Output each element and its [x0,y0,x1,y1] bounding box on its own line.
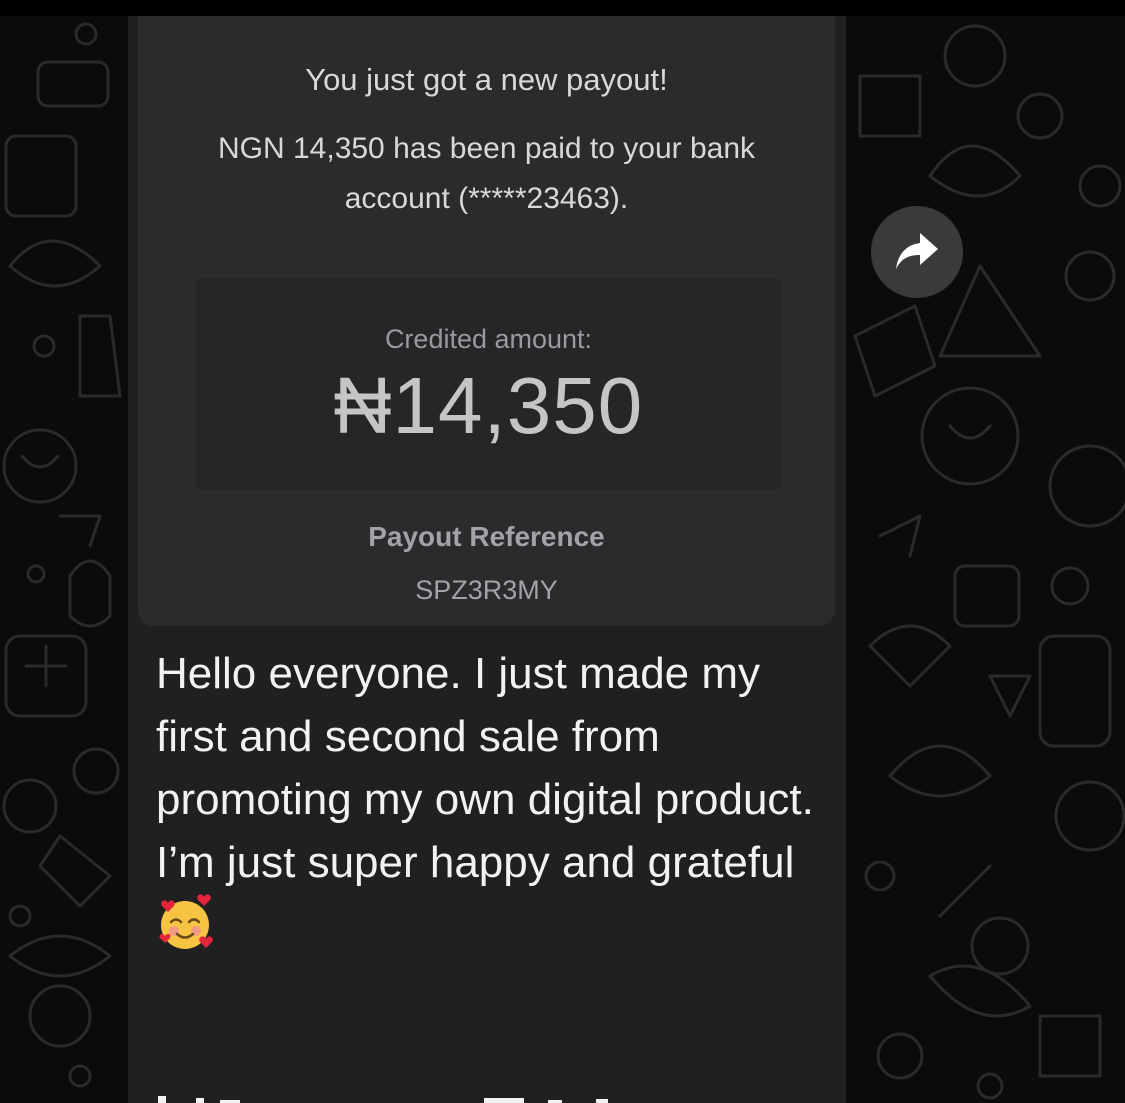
credited-amount-value: ₦14,350 [333,361,644,450]
payout-notice-body: NGN 14,350 has been paid to your bank ac… [217,132,756,215]
message-body: Hello everyone. I just made my first and… [156,649,814,887]
payout-notice-title: You just got a new payout! [305,62,668,97]
forward-button[interactable] [871,206,963,298]
forward-arrow-icon [896,233,938,269]
credited-amount-label: Credited amount: [384,324,593,354]
smiling-face-with-hearts-icon [156,894,214,952]
message-text: Hello everyone. I just made my first and… [156,642,826,959]
chat-screen: You just got a new payout! NGN 14,350 ha… [0,0,1125,1103]
status-bar-strip [0,0,1125,16]
payout-reference-code: SPZ3R3MY [415,575,558,605]
next-line-partial-text [156,1092,616,1103]
payout-reference-label: Payout Reference [368,521,605,552]
credited-amount-box: Credited amount: ₦14,350 [196,278,781,490]
payout-screenshot-image[interactable]: You just got a new payout! NGN 14,350 ha… [138,16,835,626]
